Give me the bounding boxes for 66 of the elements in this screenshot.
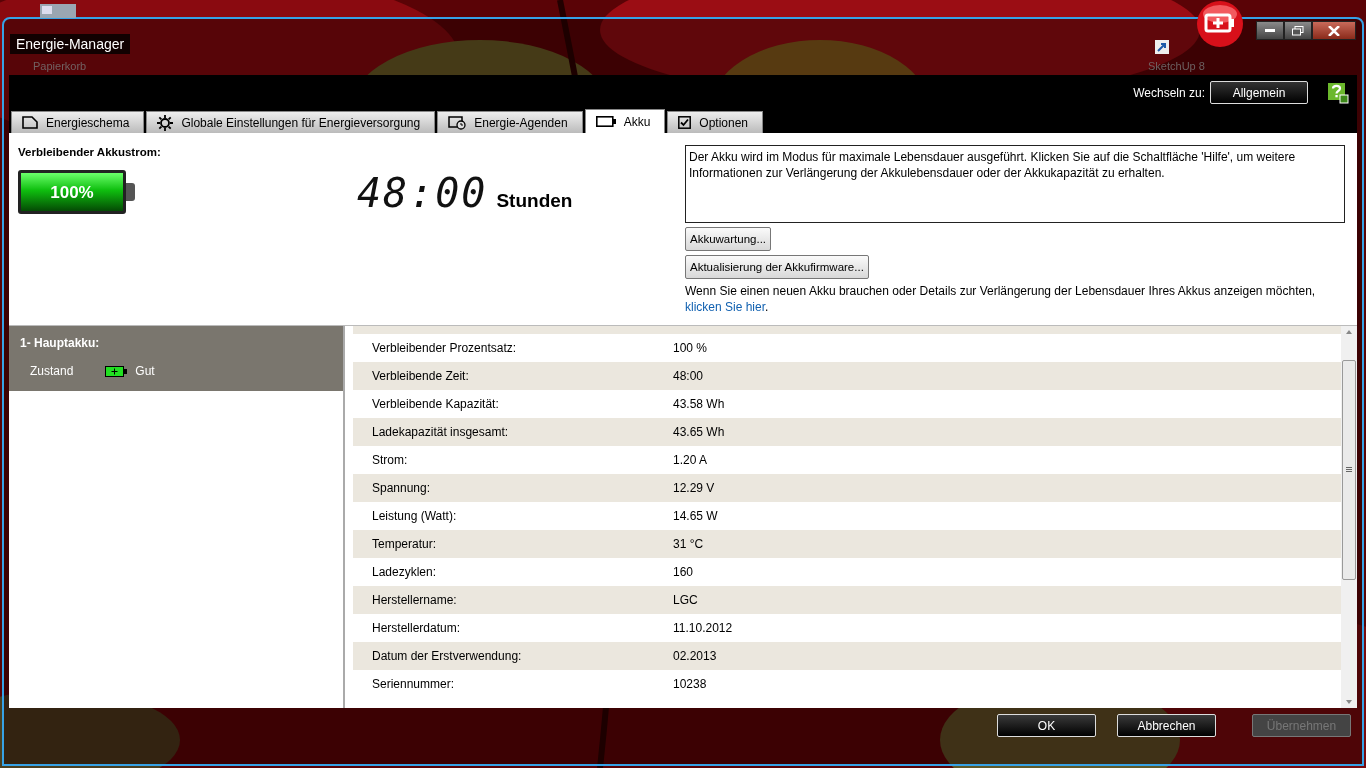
- detail-label: Temperatur:: [371, 537, 438, 551]
- restore-button[interactable]: [1284, 21, 1312, 40]
- detail-label: Herstellername:: [371, 593, 458, 607]
- status-value: Gut: [135, 364, 155, 378]
- status-label: Zustand: [30, 364, 74, 378]
- switch-label: Wechseln zu:: [1133, 85, 1205, 100]
- detail-value: 11.10.2012: [673, 621, 733, 635]
- help-link[interactable]: klicken Sie hier: [685, 300, 766, 314]
- help-icon[interactable]: [1327, 81, 1349, 104]
- tab[interactable]: Globale Einstellungen für Energieversorgung: [146, 111, 436, 133]
- scrollbar[interactable]: [1341, 326, 1357, 708]
- detail-value: 12.29 V: [673, 481, 715, 495]
- detail-value: 1.20 A: [673, 453, 708, 467]
- window-title: Energie-Manager: [10, 34, 131, 54]
- battery-icon: [595, 116, 616, 127]
- tab[interactable]: Energieschema: [11, 111, 145, 133]
- detail-value: 48:00: [673, 369, 704, 383]
- restore-icon: [1292, 25, 1304, 36]
- note-text: Wenn Sie einen neuen Akku brauchen oder Details zur Verlängerung der Lebensdauer Ihres Akkus anzeigen möchten, klicken Sie hier.: [685, 283, 1317, 315]
- battery-icon: [105, 365, 128, 377]
- detail-value: 10238: [673, 677, 707, 691]
- desktop-icon-label: SketchUp 8: [1148, 60, 1205, 72]
- detail-label: Verbleibende Kapazität:: [371, 397, 500, 411]
- tab[interactable]: Optionen: [667, 111, 763, 133]
- tab[interactable]: Energie-Agenden: [437, 111, 583, 133]
- detail-value: 43.65 Wh: [673, 425, 725, 439]
- section-title: Verbleibender Akkustrom:: [18, 146, 162, 158]
- battery-orb-icon: [1196, 0, 1244, 48]
- grip-icon: [1346, 467, 1352, 473]
- action-button[interactable]: Akkuwartung...: [685, 227, 772, 251]
- detail-label: Ladezyklen:: [371, 565, 438, 579]
- switch-button[interactable]: Allgemein: [1210, 81, 1308, 104]
- message-box: Der Akku wird im Modus für maximale Lebensdauer ausgeführt. Klicken Sie auf die Schaltfläche 'Hilfe', um weitere Informationen zur Verlängerung der Akkulebensdauer oder der Akkukapazität zu erhalten.: [685, 145, 1345, 223]
- detail-value: 43.58 Wh: [673, 397, 725, 411]
- close-icon: [1328, 25, 1340, 36]
- detail-label: Verbleibender Prozentsatz:: [371, 341, 518, 355]
- detail-label: Strom:: [371, 453, 409, 467]
- remaining-time: 48:00: [357, 170, 488, 216]
- dialog-button[interactable]: Abbrechen: [1117, 714, 1216, 737]
- clock-icon: [448, 115, 467, 130]
- detail-value: LGC: [673, 593, 698, 607]
- detail-value: 160: [673, 565, 694, 579]
- battery-name: 1- Hauptakku:: [20, 336, 101, 350]
- minimize-button[interactable]: [1256, 21, 1284, 40]
- detail-value: 14.65 W: [673, 509, 718, 523]
- close-button[interactable]: [1312, 21, 1356, 40]
- desktop-icon-label: Papierkorb: [33, 60, 87, 72]
- detail-value: 31 °C: [673, 537, 704, 551]
- settings-icon: [157, 114, 174, 131]
- shortcut-arrow-icon: [1155, 40, 1169, 54]
- action-button[interactable]: Aktualisierung der Akkufirmware...: [685, 255, 869, 279]
- detail-value: 100 %: [673, 341, 708, 355]
- detail-label: Seriennummer:: [371, 677, 456, 691]
- detail-label: Verbleibende Zeit:: [371, 369, 470, 383]
- document-icon: [22, 116, 38, 129]
- detail-label: Herstellerdatum:: [371, 621, 462, 635]
- detail-value: 02.2013: [673, 649, 717, 663]
- minimize-icon: [1265, 28, 1275, 33]
- tab[interactable]: Akku: [584, 109, 666, 133]
- time-unit: Stunden: [496, 190, 573, 212]
- dialog-button[interactable]: OK: [997, 714, 1096, 737]
- detail-label: Datum der Erstverwendung:: [371, 649, 523, 663]
- detail-label: Ladekapazität insgesamt:: [371, 425, 510, 439]
- checkbox-icon: [678, 116, 692, 129]
- detail-label: Leistung (Watt):: [371, 509, 458, 523]
- detail-label: Spannung:: [371, 481, 432, 495]
